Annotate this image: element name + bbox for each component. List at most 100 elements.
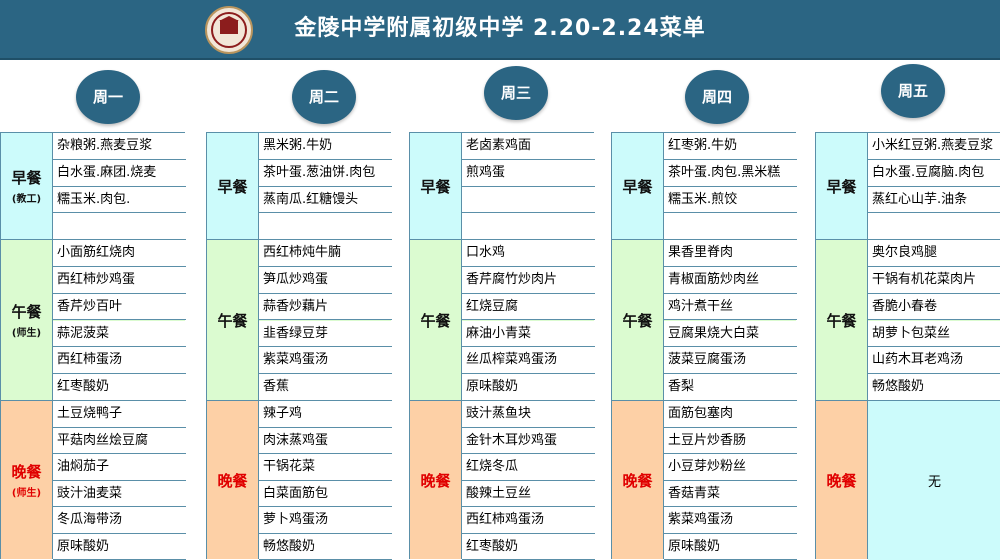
menu-item: 面筋包塞肉: [664, 401, 797, 428]
meal-name: 晚餐: [826, 470, 856, 491]
menu-item: 原味酸奶: [53, 534, 186, 560]
menu-item: 菠菜豆腐蛋汤: [664, 347, 797, 374]
lunch-label: 午餐: [612, 240, 664, 400]
menu-item: 蒸南瓜.红糖馒头: [259, 187, 392, 214]
menu-item: 小面筋红烧肉: [53, 240, 186, 267]
day-column: 早餐黑米粥.牛奶茶叶蛋.葱油饼.肉包蒸南瓜.红糖馒头午餐 西红柿炖牛腩笋瓜炒鸡蛋蒜…: [206, 132, 391, 559]
meal-audience: (师生): [12, 484, 41, 499]
menu-item: 原味酸奶: [462, 374, 595, 401]
menu-item: 豉汁油麦菜: [53, 481, 186, 508]
menu-item: 蒜香炒藕片: [259, 294, 392, 321]
lunch-label: 午餐: [816, 240, 868, 400]
meal-name: 早餐: [217, 176, 247, 197]
menu-item: 白菜面筋包: [259, 481, 392, 508]
menu-item: 蒸红心山芋.油条: [868, 187, 1000, 214]
day-header-1: 周一: [76, 70, 140, 124]
lunch-section: 午餐口水鸡香芹腐竹炒肉片红烧豆腐麻油小青菜丝瓜榨菜鸡蛋汤原味酸奶: [409, 239, 594, 400]
day-header-5: 周五: [881, 64, 945, 118]
menu-item: 畅悠酸奶: [868, 374, 1000, 401]
menu-item: 西红柿炒鸡蛋: [53, 267, 186, 294]
menu-item: 果香里脊肉: [664, 240, 797, 267]
lunch-section: 午餐 (师生) 小面筋红烧肉西红柿炒鸡蛋香芹炒百叶蒜泥菠菜西红柿蛋汤红枣酸奶: [0, 239, 185, 400]
menu-item: 黑米粥.牛奶: [259, 133, 392, 160]
meal-name: 午餐: [217, 310, 247, 331]
menu-item: 青椒面筋炒肉丝: [664, 267, 797, 294]
menu-item: 红枣酸奶: [53, 374, 186, 401]
menu-item: 红枣粥.牛奶: [664, 133, 797, 160]
menu-item: 西红柿蛋汤: [53, 347, 186, 374]
no-meal-text: 无: [868, 401, 1000, 560]
lunch-section: 午餐西红柿炖牛腩笋瓜炒鸡蛋蒜香炒藕片韭香绿豆芽紫菜鸡蛋汤香蕉: [206, 239, 391, 400]
meal-audience: (教工): [12, 190, 41, 205]
menu-item: [868, 213, 1000, 240]
menu-item: 香脆小春卷: [868, 294, 1000, 321]
day-header-3: 周三: [484, 66, 548, 120]
menu-item: 西红柿炖牛腩: [259, 240, 392, 267]
menu-item: 土豆片炒香肠: [664, 428, 797, 455]
lunch-section: 午餐 奥尔良鸡腿干锅有机花菜肉片香脆小春卷胡萝卜包菜丝山药木耳老鸡汤畅悠酸奶: [815, 239, 1000, 400]
dinner-label: 晚餐: [207, 401, 259, 559]
header-bar: 金陵中学附属初级中学 2.20-2.24菜单: [0, 0, 1000, 60]
menu-item: 干锅花菜: [259, 454, 392, 481]
dinner-label: 晚餐: [612, 401, 664, 559]
menu-item: 香菇青菜: [664, 481, 797, 508]
menu-item: 煎鸡蛋: [462, 160, 595, 187]
menu-item: 干锅有机花菜肉片: [868, 267, 1000, 294]
breakfast-section: 早餐(教工)杂粮粥.燕麦豆浆白水蛋.麻团.烧麦糯玉米.肉包.: [0, 132, 185, 239]
dinner-label: 晚餐: [816, 401, 868, 559]
menu-item: 茶叶蛋.葱油饼.肉包: [259, 160, 392, 187]
menu-item: 口水鸡: [462, 240, 595, 267]
lunch-label: 午餐: [410, 240, 462, 400]
menu-item: 老卤素鸡面: [462, 133, 595, 160]
dinner-section: 晚餐辣子鸡肉沫蒸鸡蛋干锅花菜白菜面筋包萝卜鸡蛋汤畅悠酸奶: [206, 400, 391, 559]
menu-item: 豆腐果烧大白菜: [664, 321, 797, 348]
menu-item: [53, 213, 186, 240]
menu-item: 萝卜鸡蛋汤: [259, 507, 392, 534]
menu-item: 平菇肉丝烩豆腐: [53, 428, 186, 455]
menu-item: 茶叶蛋.肉包.黑米糕: [664, 160, 797, 187]
menu-item: 紫菜鸡蛋汤: [259, 347, 392, 374]
menu-item: 糯玉米.煎饺: [664, 187, 797, 214]
menu-item: [664, 213, 797, 240]
menu-item: 小豆芽炒粉丝: [664, 454, 797, 481]
menu-item: 红烧冬瓜: [462, 454, 595, 481]
dinner-section: 晚餐面筋包塞肉土豆片炒香肠小豆芽炒粉丝香菇青菜紫菜鸡蛋汤原味酸奶: [611, 400, 796, 559]
day-header-4: 周四: [685, 70, 749, 124]
meal-audience: (师生): [12, 324, 41, 339]
menu-item: 香芹炒百叶: [53, 294, 186, 321]
lunch-label: 午餐 (师生): [1, 240, 53, 400]
menu-item: 香梨: [664, 374, 797, 401]
menu-item: 蒜泥菠菜: [53, 321, 186, 348]
menu-item: 香蕉: [259, 374, 392, 401]
meal-name: 晚餐: [11, 461, 41, 482]
day-column: 早餐(教工)杂粮粥.燕麦豆浆白水蛋.麻团.烧麦糯玉米.肉包.午餐(师生)小面筋红…: [0, 132, 185, 559]
menu-item: 糯玉米.肉包.: [53, 187, 186, 214]
menu-item: 土豆烧鸭子: [53, 401, 186, 428]
page-title: 金陵中学附属初级中学 2.20-2.24菜单: [0, 0, 1000, 58]
meal-name: 午餐: [826, 310, 856, 331]
menu-item: [462, 187, 595, 214]
menu-item: 胡萝卜包菜丝: [868, 321, 1000, 348]
breakfast-section: 早餐黑米粥.牛奶茶叶蛋.葱油饼.肉包蒸南瓜.红糖馒头: [206, 132, 391, 239]
menu-item: 笋瓜炒鸡蛋: [259, 267, 392, 294]
menu-item: 原味酸奶: [664, 534, 797, 560]
menu-item: 红枣酸奶: [462, 534, 595, 560]
menu-item: 豉汁蒸鱼块: [462, 401, 595, 428]
day-column: 早餐小米红豆粥.燕麦豆浆白水蛋.豆腐脑.肉包蒸红心山芋.油条午餐 奥尔良鸡腿干锅有…: [815, 132, 1000, 559]
meal-name: 早餐: [11, 167, 41, 188]
lunch-section: 午餐果香里脊肉青椒面筋炒肉丝鸡汁煮干丝豆腐果烧大白菜菠菜豆腐蛋汤香梨: [611, 239, 796, 400]
breakfast-section: 早餐老卤素鸡面煎鸡蛋: [409, 132, 594, 239]
menu-item: 红烧豆腐: [462, 294, 595, 321]
menu-item: 奥尔良鸡腿: [868, 240, 1000, 267]
breakfast-label: 早餐: [207, 133, 259, 239]
menu-item: 畅悠酸奶: [259, 534, 392, 560]
day-header-2: 周二: [292, 70, 356, 124]
meal-name: 午餐: [420, 310, 450, 331]
day-column: 早餐红枣粥.牛奶茶叶蛋.肉包.黑米糕糯玉米.煎饺午餐果香里脊肉青椒面筋炒肉丝鸡汁…: [611, 132, 796, 559]
breakfast-section: 早餐小米红豆粥.燕麦豆浆白水蛋.豆腐脑.肉包蒸红心山芋.油条: [815, 132, 1000, 239]
menu-item: 山药木耳老鸡汤: [868, 347, 1000, 374]
breakfast-label: 早餐: [410, 133, 462, 239]
menu-item: 酸辣土豆丝: [462, 481, 595, 508]
menu-item: 冬瓜海带汤: [53, 507, 186, 534]
meal-name: 午餐: [11, 301, 41, 322]
